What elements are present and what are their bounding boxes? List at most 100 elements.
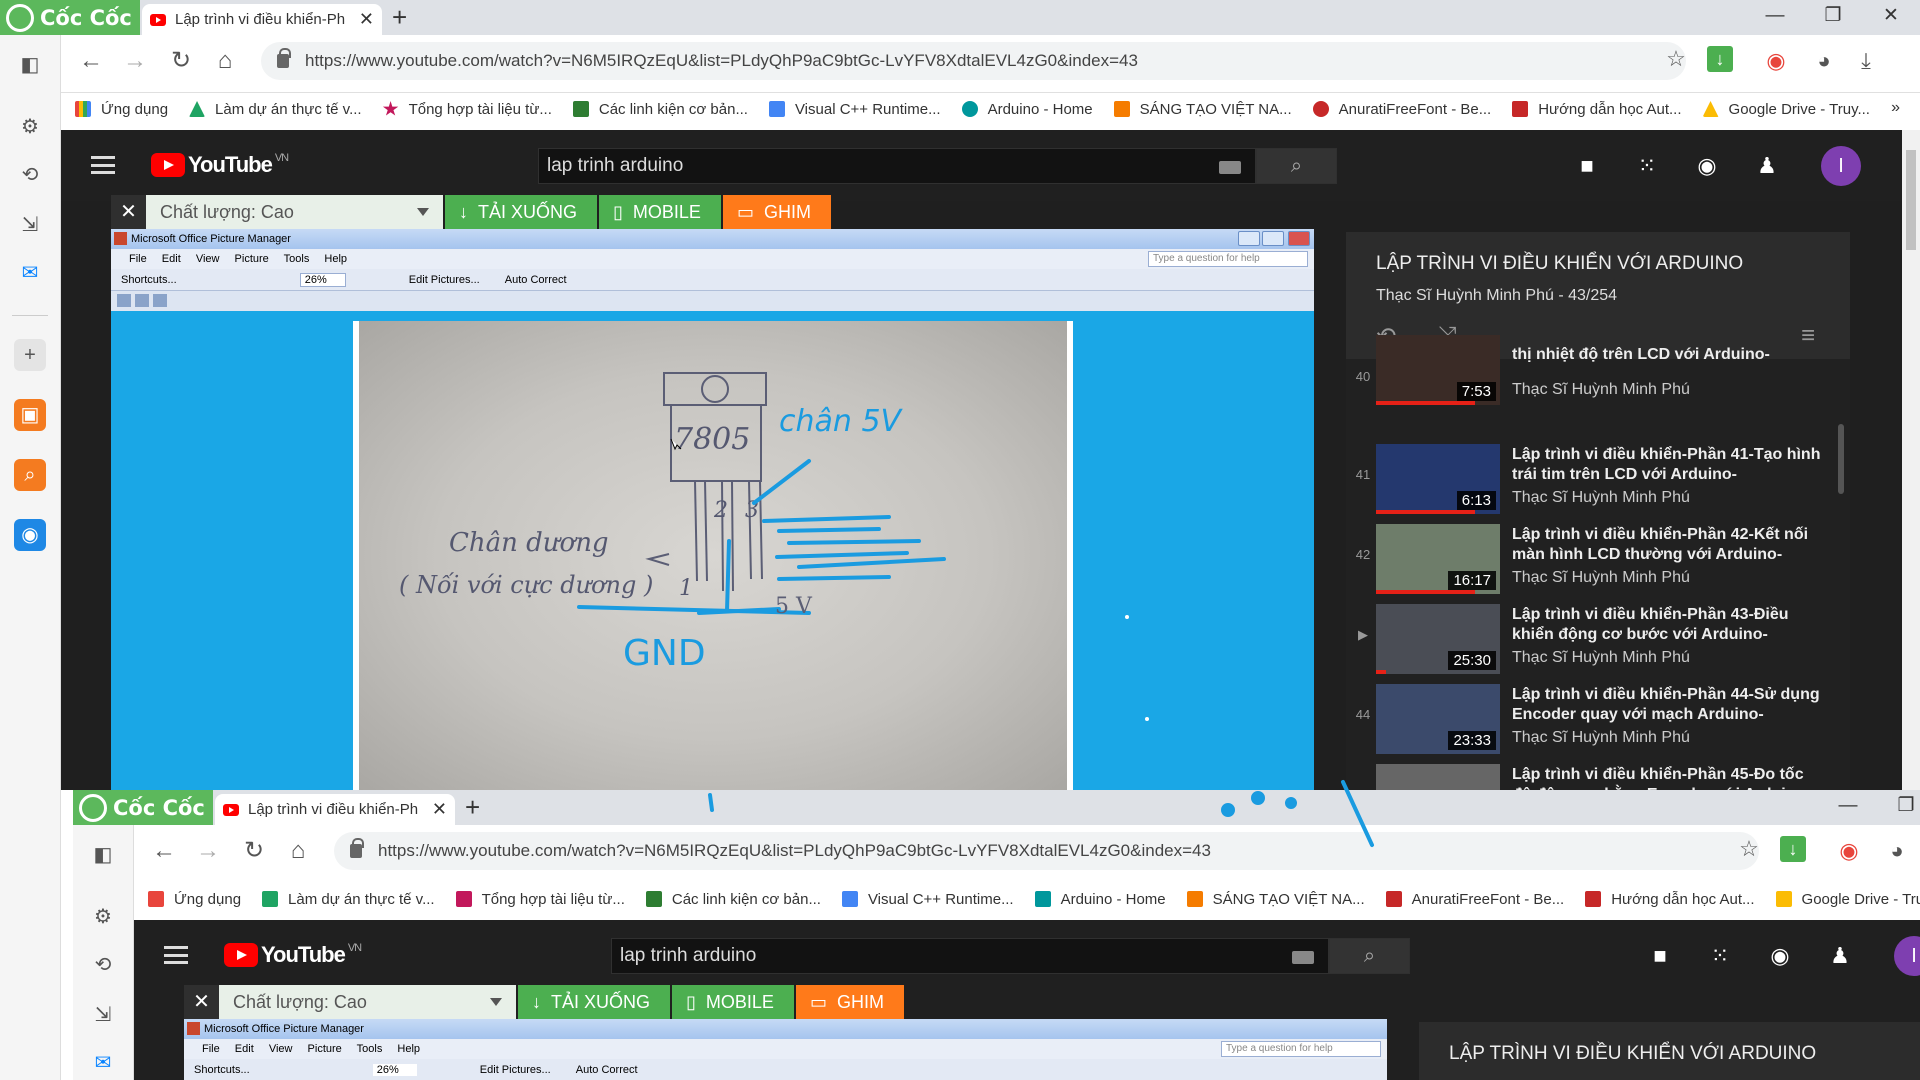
new-tab-button[interactable]: + — [392, 2, 407, 33]
nested-close-dl-button[interactable]: ✕ — [184, 985, 219, 1019]
playlist-item[interactable]: 40 7:53 thị nhiệt độ trên LCD với Arduino-… — [1346, 335, 1850, 439]
opm-menu-help[interactable]: Help — [324, 253, 347, 265]
nested-menu-view[interactable]: View — [269, 1043, 293, 1055]
mobile-button[interactable]: ▯ MOBILE — [599, 195, 721, 229]
youtube-logo[interactable]: YouTube VN — [151, 152, 289, 178]
nested-profile-icon[interactable]: ◕ — [1882, 836, 1912, 866]
nested-tab[interactable]: Lập trình vi điều khiển-Ph ✕ — [215, 794, 455, 825]
video-thumbnail[interactable]: 7:53 — [1376, 335, 1500, 405]
nested-menu-file[interactable]: File — [202, 1043, 220, 1055]
playlist-title[interactable]: LẬP TRÌNH VI ĐIỀU KHIỂN VỚI ARDUINO — [1376, 253, 1743, 275]
video-thumbnail[interactable]: 6:13 — [1376, 444, 1500, 514]
forward-button[interactable]: → — [117, 43, 153, 79]
nested-menu-edit[interactable]: Edit — [235, 1043, 254, 1055]
nested-messenger-icon[interactable]: ✉ — [87, 1047, 119, 1079]
search-button[interactable]: ⌕ — [1256, 148, 1337, 184]
close-tab-icon[interactable]: ✕ — [359, 9, 374, 30]
page-scroll-thumb[interactable] — [1906, 150, 1916, 250]
filmstrip-view-icon[interactable] — [135, 294, 149, 307]
nested-search-input[interactable]: lap trinh arduino — [611, 938, 1329, 974]
nested-bookmark-item[interactable]: Arduino - Home — [1034, 891, 1166, 908]
nested-bookmark-item[interactable]: Google Drive - Truy... — [1775, 891, 1920, 908]
messenger-icon[interactable]: ✉ — [14, 257, 46, 289]
more-bookmarks-icon[interactable]: » — [1891, 99, 1900, 117]
bookmark-item[interactable]: Visual C++ Runtime... — [768, 101, 941, 118]
nested-create-icon[interactable]: ■ — [1646, 942, 1674, 970]
downloads-sidebar-icon[interactable]: ⇲ — [14, 209, 46, 241]
maximize-button[interactable]: ❐ — [1804, 0, 1862, 35]
profile-icon[interactable]: ◕ — [1809, 46, 1839, 76]
add-app-icon[interactable]: + — [14, 339, 46, 371]
bookmark-item[interactable]: Google Drive - Truy... — [1702, 101, 1870, 118]
thumbnail-view-icon[interactable] — [117, 294, 131, 307]
bookmark-item[interactable]: AnuratiFreeFont - Be... — [1312, 101, 1491, 118]
playlist-item[interactable]: 44 23:33 Lập trình vi điều khiển-Phần 44-S… — [1346, 679, 1850, 759]
playlist-item[interactable]: ▶ 25:30 Lập trình vi điều khiển-Phần 43-Đi… — [1346, 599, 1850, 679]
nested-maximize-button[interactable]: ❐ — [1877, 790, 1920, 825]
playlist-scrollbar[interactable] — [1838, 424, 1844, 494]
nested-quality-select[interactable]: Chất lượng: Cao — [219, 985, 516, 1019]
pin-button[interactable]: ▭ GHIM — [722, 195, 831, 229]
nested-menu-tools[interactable]: Tools — [357, 1043, 383, 1055]
single-view-icon[interactable] — [153, 294, 167, 307]
opm-minimize-button[interactable] — [1238, 231, 1260, 246]
opm-menu-edit[interactable]: Edit — [162, 253, 181, 265]
reload-button[interactable]: ↻ — [163, 43, 199, 79]
history-icon[interactable]: ⟲ — [14, 159, 46, 191]
settings-icon[interactable]: ⚙ — [14, 111, 46, 143]
bookmark-item[interactable]: Tổng hợp tài liệu từ... — [382, 101, 552, 118]
nested-menu-picture[interactable]: Picture — [308, 1043, 342, 1055]
download-extension-icon[interactable]: ↓ — [1707, 46, 1733, 72]
playlist-item[interactable]: 42 16:17 Lập trình vi điều khiển-Phần 42-K… — [1346, 519, 1850, 599]
nested-bookmark-item[interactable]: Các linh kiện cơ bản... — [645, 891, 821, 908]
opm-zoom[interactable]: 26% — [299, 273, 346, 287]
browser-tab-active[interactable]: Lập trình vi điều khiển-Ph ✕ — [142, 4, 382, 35]
nested-video[interactable]: Microsoft Office Picture Manager File Ed… — [184, 1019, 1387, 1080]
bookmark-item[interactable]: Hướng dẫn học Aut... — [1512, 101, 1682, 118]
nested-keyboard-icon[interactable] — [1292, 951, 1314, 964]
nested-bookmark-item[interactable]: Làm dự án thực tế v... — [262, 891, 435, 908]
opm-menu-tools[interactable]: Tools — [284, 253, 310, 265]
messages-icon[interactable]: ◉ — [1693, 152, 1721, 180]
nested-search-button[interactable]: ⌕ — [1329, 938, 1410, 974]
download-button[interactable]: ↓ TẢI XUỐNG — [445, 195, 598, 229]
search-app-icon[interactable]: ⌕ — [14, 459, 46, 491]
nested-youtube-logo[interactable]: YouTube VN — [224, 942, 362, 968]
bookmark-item[interactable]: SÁNG TẠO VIỆT NA... — [1113, 101, 1292, 118]
bookmark-item[interactable]: Các linh kiện cơ bản... — [572, 101, 748, 118]
downloads-icon[interactable]: ⤓ — [1851, 46, 1881, 76]
search-input[interactable]: lap trinh arduino — [538, 148, 1256, 184]
nested-close-tab-icon[interactable]: ✕ — [432, 799, 447, 820]
minimize-button[interactable]: — — [1746, 0, 1804, 35]
nested-sidebar-toggle-icon[interactable]: ◧ — [87, 839, 119, 871]
video-thumbnail[interactable]: 16:17 — [1376, 524, 1500, 594]
nested-forward-button[interactable]: → — [190, 833, 226, 869]
nested-zoom[interactable]: 26% — [372, 1064, 417, 1076]
page-scrollbar[interactable] — [1902, 130, 1920, 790]
bookmark-item[interactable]: Làm dự án thực tế v... — [189, 101, 362, 118]
apps-icon[interactable]: ⁙ — [1633, 152, 1661, 180]
nested-bookmark-item[interactable]: Hướng dẫn học Aut... — [1585, 891, 1755, 908]
omnibox[interactable]: https://www.youtube.com/watch?v=N6M5IRQz… — [261, 42, 1686, 80]
nested-minimize-button[interactable]: — — [1819, 790, 1877, 825]
opm-auto-correct[interactable]: Auto Correct — [505, 274, 567, 286]
contacts-app-icon[interactable]: ▣ — [14, 399, 46, 431]
bookmark-item[interactable]: Ứng dụng — [75, 101, 168, 118]
opm-edit-pictures[interactable]: Edit Pictures... — [409, 274, 480, 286]
menu-icon[interactable] — [91, 156, 115, 174]
nested-history-icon[interactable]: ⟲ — [87, 949, 119, 981]
nested-playlist-title[interactable]: LẬP TRÌNH VI ĐIỀU KHIỂN VỚI ARDUINO — [1449, 1043, 1816, 1065]
opm-menu-picture[interactable]: Picture — [235, 253, 269, 265]
playlist-item[interactable]: 41 6:13 Lập trình vi điều khiển-Phần 41-Tạ… — [1346, 439, 1850, 519]
nested-shortcuts[interactable]: Shortcuts... — [194, 1064, 250, 1076]
nested-question-box[interactable]: Type a question for help — [1221, 1041, 1381, 1057]
video-thumbnail[interactable]: 12:03 — [1376, 764, 1500, 790]
video-thumbnail[interactable]: 25:30 — [1376, 604, 1500, 674]
nested-bookmark-item[interactable]: SÁNG TẠO VIỆT NA... — [1186, 891, 1365, 908]
nested-bookmark-item[interactable]: Ứng dụng — [148, 891, 241, 908]
nested-bell-icon[interactable]: ♟ — [1826, 942, 1854, 970]
nested-coccoc-logo[interactable]: Cốc Cốc — [73, 790, 213, 825]
back-button[interactable]: ← — [73, 43, 109, 79]
nested-new-tab-button[interactable]: + — [465, 792, 480, 823]
nested-edit-pictures[interactable]: Edit Pictures... — [480, 1064, 551, 1076]
